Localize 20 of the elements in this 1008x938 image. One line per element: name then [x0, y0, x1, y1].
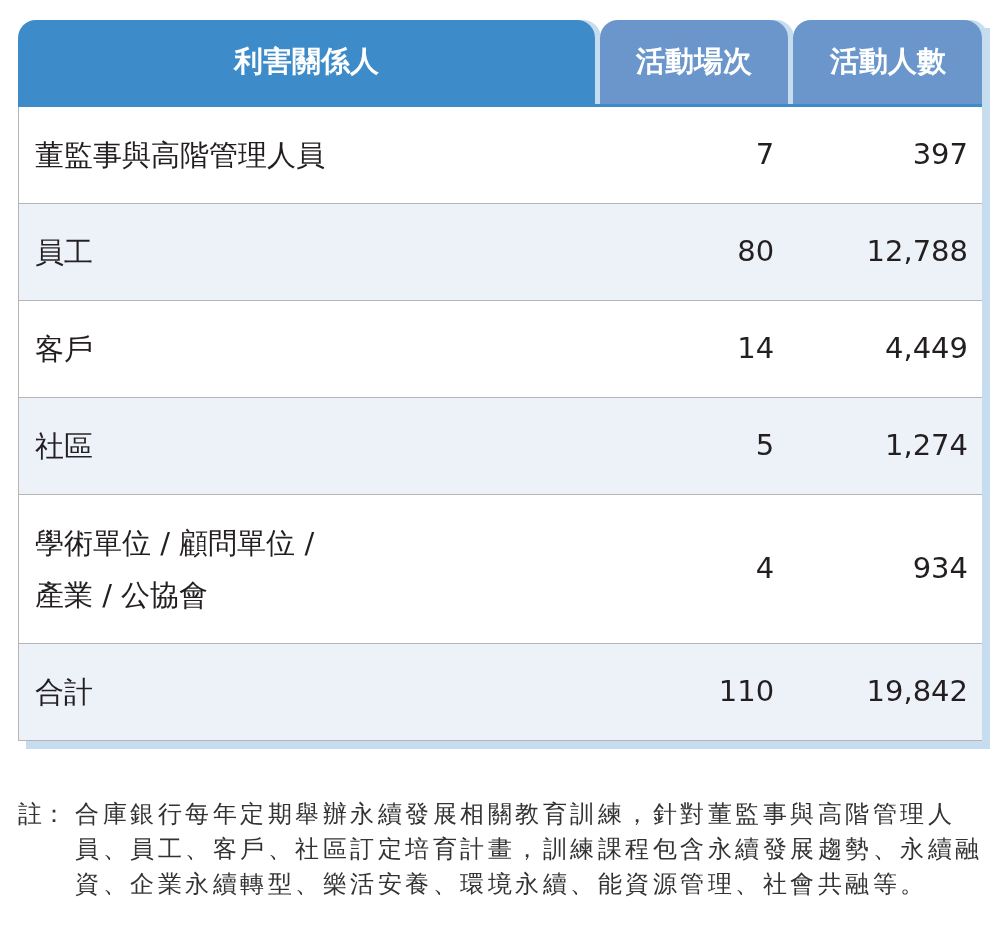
table-cell: 7 [755, 137, 775, 172]
table-cell: 5 [755, 428, 775, 463]
table-cell: 934 [912, 551, 968, 586]
table-cell: 12,788 [866, 234, 968, 269]
table-cell: 4,449 [884, 331, 968, 366]
table-cell: 14 [737, 331, 775, 366]
table-cell: 董監事與高階管理人員 [35, 138, 325, 172]
table-cell: 1,274 [884, 428, 968, 463]
note-label: 註： [18, 799, 67, 830]
table-cell: 員工 [35, 235, 93, 269]
table-cell: 學術單位 / 顧問單位 / 產業 / 公協會 [35, 526, 315, 612]
table-cell: 4 [755, 551, 775, 586]
table-cell: 合計 [35, 675, 93, 709]
table-cell: 397 [912, 137, 968, 172]
table-cell: 客戶 [35, 332, 93, 366]
table-cell: 社區 [35, 429, 93, 463]
table-cell: 19,842 [866, 674, 968, 709]
table-cell: 80 [737, 234, 775, 269]
note-text: 合庫銀行每年定期舉辦永續發展相關教育訓練，針對董監事與高階管理人員、員工、客戶、社區訂定培育計畫，訓練課程包含永續發展趨勢、永續融資、企業永續轉型、樂活安養、環境永續、能資源管理、社會共融等。 [75, 799, 983, 900]
table-cell: 110 [718, 674, 775, 709]
